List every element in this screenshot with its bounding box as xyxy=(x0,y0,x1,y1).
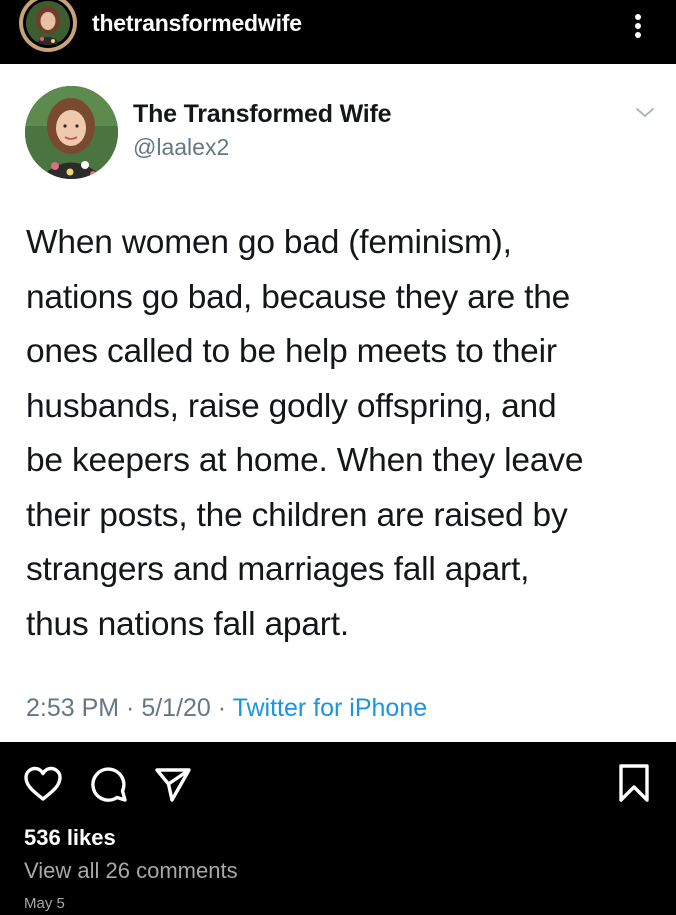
tweet-card: The Transformed Wife @laalex2 When women… xyxy=(0,64,676,742)
post-actions: 536 likes View all 26 comments May 5 xyxy=(0,742,676,915)
tweet-text-line: be keepers at home. When they leave xyxy=(26,442,584,479)
tweet-text-line: their posts, the children are raised by xyxy=(26,496,568,534)
post-header: thetransformedwife xyxy=(0,0,676,64)
comment-icon[interactable] xyxy=(88,764,130,804)
tweet-text: When women go bad (feminism), nations go… xyxy=(26,216,656,652)
tweet-date: 5/1/20 xyxy=(141,694,211,722)
tweet-avatar xyxy=(25,86,118,179)
tweet-text-line: strangers and marriages fall apart, xyxy=(26,551,530,588)
more-options-icon[interactable] xyxy=(624,6,652,42)
tweet-metadata: 2:53 PM · 5/1/20 · Twitter for iPhone xyxy=(26,694,427,723)
tweet-text-line: nations go bad, because they are the xyxy=(26,278,571,316)
post-username[interactable]: thetransformedwife xyxy=(92,10,302,37)
likes-count[interactable]: 536 likes xyxy=(24,825,116,851)
tweet-text-line: When women go bad (feminism), xyxy=(26,224,512,261)
tweet-text-line: thus nations fall apart. xyxy=(26,605,349,643)
meta-separator: · xyxy=(119,694,142,722)
bookmark-icon[interactable] xyxy=(614,762,654,804)
send-icon[interactable] xyxy=(152,764,194,804)
meta-separator: · xyxy=(210,694,233,722)
tweet-display-name: The Transformed Wife xyxy=(133,100,392,128)
tweet-source: Twitter for iPhone xyxy=(232,694,428,722)
tweet-text-line: ones called to be help meets to their xyxy=(26,333,557,370)
profile-avatar[interactable] xyxy=(18,0,78,52)
heart-icon[interactable] xyxy=(22,764,64,804)
tweet-handle: @laalex2 xyxy=(133,134,230,160)
tweet-time: 2:53 PM xyxy=(26,694,120,722)
post-date: May 5 xyxy=(24,895,65,912)
chevron-down-icon xyxy=(636,108,654,117)
tweet-text-line: husbands, raise godly offspring, and xyxy=(26,387,557,425)
view-comments-link[interactable]: View all 26 comments xyxy=(24,858,238,884)
